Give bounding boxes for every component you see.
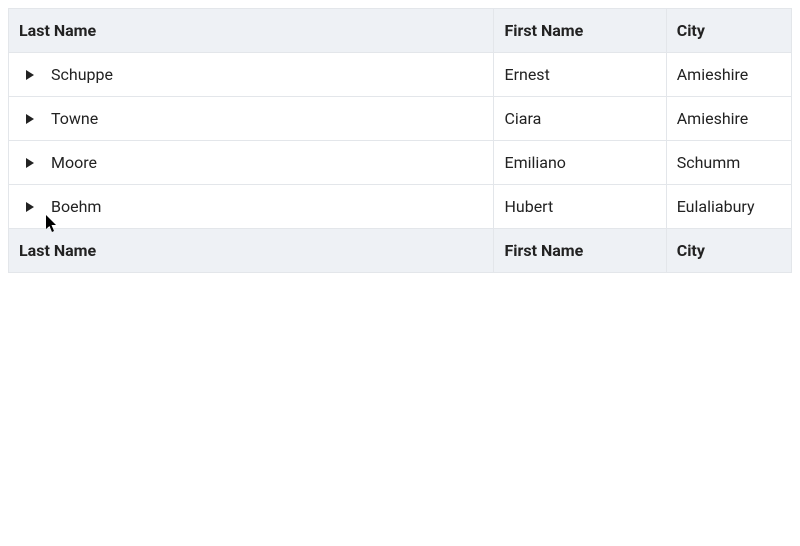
cell-city: Amieshire	[666, 53, 791, 97]
cell-last-name: Towne	[51, 109, 98, 128]
caret-right-icon[interactable]	[23, 112, 37, 126]
table-footer-row: Last Name First Name City	[9, 229, 792, 273]
cell-city: Eulaliabury	[666, 185, 791, 229]
cell-last-name: Schuppe	[51, 65, 113, 84]
caret-right-icon[interactable]	[23, 200, 37, 214]
footer-last-name: Last Name	[9, 229, 494, 273]
caret-right-icon[interactable]	[23, 156, 37, 170]
table-header-row: Last Name First Name City	[9, 9, 792, 53]
table-row[interactable]: Schuppe Ernest Amieshire	[9, 53, 792, 97]
data-table: Last Name First Name City Schuppe Ernest…	[8, 8, 792, 273]
cell-first-name: Hubert	[494, 185, 666, 229]
table-row[interactable]: Towne Ciara Amieshire	[9, 97, 792, 141]
table-row[interactable]: Boehm Hubert Eulaliabury	[9, 185, 792, 229]
cell-first-name: Ciara	[494, 97, 666, 141]
cell-first-name: Emiliano	[494, 141, 666, 185]
table-row[interactable]: Moore Emiliano Schumm	[9, 141, 792, 185]
cell-city: Amieshire	[666, 97, 791, 141]
cell-last-name: Moore	[51, 153, 97, 172]
column-header-last-name[interactable]: Last Name	[9, 9, 494, 53]
footer-city: City	[666, 229, 791, 273]
column-header-city[interactable]: City	[666, 9, 791, 53]
cell-first-name: Ernest	[494, 53, 666, 97]
cell-city: Schumm	[666, 141, 791, 185]
column-header-first-name[interactable]: First Name	[494, 9, 666, 53]
cell-last-name: Boehm	[51, 197, 101, 216]
footer-first-name: First Name	[494, 229, 666, 273]
caret-right-icon[interactable]	[23, 68, 37, 82]
